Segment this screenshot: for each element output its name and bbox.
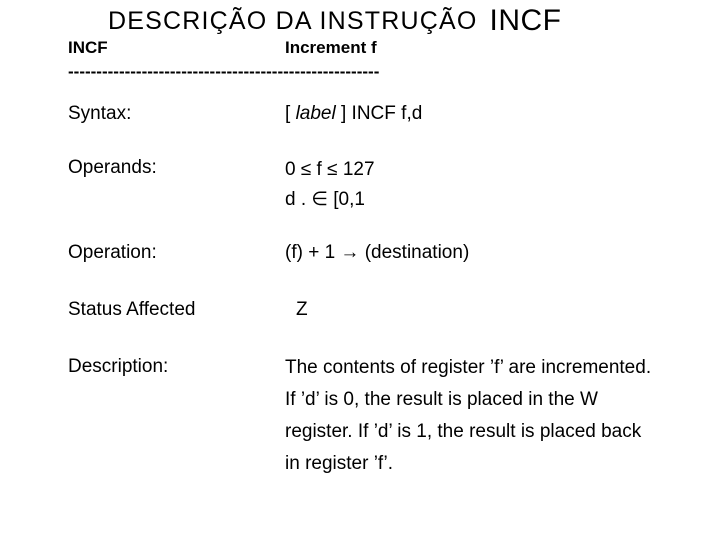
row-value-operands: 0 ≤ f ≤ 127 d . ∈ [0,1 (285, 159, 375, 210)
row-label-status-affected: Status Affected (68, 299, 196, 320)
page-title-main: DESCRIÇÃO DA INSTRUÇÃO (108, 7, 478, 35)
page-title-suffix: INCF (489, 4, 562, 37)
page-title: DESCRIÇÃO DA INSTRUÇÃO INCF (108, 6, 708, 36)
row-label-syntax: Syntax: (68, 103, 132, 124)
horizontal-dashed-rule: ----------------------------------------… (68, 62, 380, 81)
instruction-mnemonic: INCF (68, 38, 108, 57)
row-value-status-affected: Z (296, 299, 308, 320)
row-label-operation: Operation: (68, 242, 157, 263)
instruction-description: Increment f (285, 38, 377, 57)
slide-canvas: DESCRIÇÃO DA INSTRUÇÃO INCF INCF Incremen… (0, 0, 720, 540)
row-value-syntax: [ label ] INCF f,d (285, 101, 422, 126)
row-label-operands: Operands: (68, 157, 157, 178)
syntax-mnemonic-operands: ] INCF f,d (335, 103, 423, 124)
row-value-operation: (f) + 1 → (destination) (285, 242, 470, 263)
syntax-bracket-open: [ (285, 103, 296, 124)
syntax-label-operand: label (295, 103, 336, 124)
row-value-description: The contents of register ’f’ are increme… (285, 357, 652, 474)
row-label-description: Description: (68, 356, 169, 377)
